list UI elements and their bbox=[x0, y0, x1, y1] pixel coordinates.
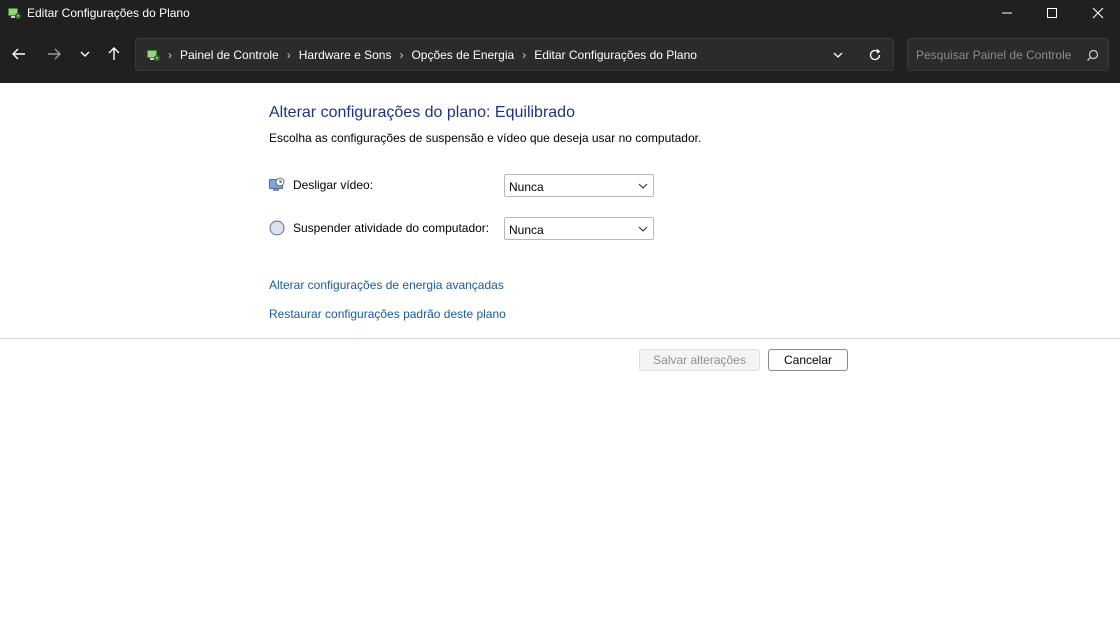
page-description: Escolha as configurações de suspensão e … bbox=[269, 131, 702, 145]
dropdown-value: Nunca bbox=[509, 180, 544, 194]
cancel-button[interactable]: Cancelar bbox=[768, 349, 848, 371]
setting-label: Suspender atividade do computador: bbox=[293, 221, 490, 235]
search-icon[interactable] bbox=[1084, 47, 1100, 63]
desligar-video-dropdown[interactable]: Nunca bbox=[504, 174, 654, 197]
breadcrumb: › Painel de Controle › Hardware e Sons ›… bbox=[166, 39, 697, 70]
forward-button[interactable] bbox=[43, 43, 65, 65]
minimize-button[interactable] bbox=[984, 0, 1030, 26]
arrow-up-icon bbox=[108, 47, 120, 60]
suspender-atividade-dropdown[interactable]: Nunca bbox=[504, 217, 654, 240]
monitor-clock-icon bbox=[269, 177, 285, 191]
save-button[interactable]: Salvar alterações bbox=[639, 349, 760, 371]
navigation-bar: › Painel de Controle › Hardware e Sons ›… bbox=[0, 26, 1120, 83]
page-title: Alterar configurações do plano: Equilibr… bbox=[269, 104, 575, 121]
up-button[interactable] bbox=[103, 43, 125, 65]
breadcrumb-item-hardware-e-sons[interactable]: Hardware e Sons bbox=[299, 48, 392, 62]
moon-sleep-icon bbox=[269, 220, 285, 236]
back-button[interactable] bbox=[8, 43, 30, 65]
breadcrumb-item-editar-configuracoes[interactable]: Editar Configurações do Plano bbox=[534, 48, 697, 62]
chevron-down-icon bbox=[638, 183, 648, 189]
window-title: Editar Configurações do Plano bbox=[27, 6, 190, 20]
close-icon bbox=[1092, 7, 1104, 19]
recent-locations-button[interactable] bbox=[74, 43, 96, 65]
close-button[interactable] bbox=[1075, 0, 1120, 26]
search-box[interactable] bbox=[907, 38, 1109, 71]
minimize-icon bbox=[1002, 12, 1012, 14]
breadcrumb-separator[interactable]: › bbox=[522, 48, 526, 62]
setting-label: Desligar vídeo: bbox=[293, 178, 374, 192]
chevron-down-icon bbox=[833, 52, 843, 58]
control-panel-icon bbox=[147, 50, 160, 61]
maximize-button[interactable] bbox=[1029, 0, 1075, 26]
chevron-down-icon bbox=[638, 226, 648, 232]
breadcrumb-separator[interactable]: › bbox=[399, 48, 403, 62]
dropdown-value: Nunca bbox=[509, 223, 544, 237]
chevron-down-icon bbox=[80, 51, 90, 57]
arrow-right-icon bbox=[48, 48, 61, 60]
title-bar: Editar Configurações do Plano bbox=[0, 0, 1120, 26]
breadcrumb-item-painel-de-controle[interactable]: Painel de Controle bbox=[180, 48, 279, 62]
search-input[interactable] bbox=[916, 39, 1081, 70]
refresh-icon bbox=[869, 49, 881, 61]
breadcrumb-separator[interactable]: › bbox=[287, 48, 291, 62]
refresh-button[interactable] bbox=[866, 46, 884, 64]
divider bbox=[0, 338, 1120, 339]
address-bar[interactable]: › Painel de Controle › Hardware e Sons ›… bbox=[135, 38, 894, 71]
maximize-icon bbox=[1047, 8, 1057, 18]
power-options-icon bbox=[8, 8, 21, 19]
address-history-button[interactable] bbox=[830, 47, 846, 63]
restore-default-settings-link[interactable]: Restaurar configurações padrão deste pla… bbox=[269, 307, 506, 321]
breadcrumb-item-opcoes-de-energia[interactable]: Opções de Energia bbox=[411, 48, 514, 62]
advanced-power-settings-link[interactable]: Alterar configurações de energia avançad… bbox=[269, 278, 504, 292]
breadcrumb-separator[interactable]: › bbox=[168, 48, 172, 62]
arrow-left-icon bbox=[12, 48, 25, 60]
